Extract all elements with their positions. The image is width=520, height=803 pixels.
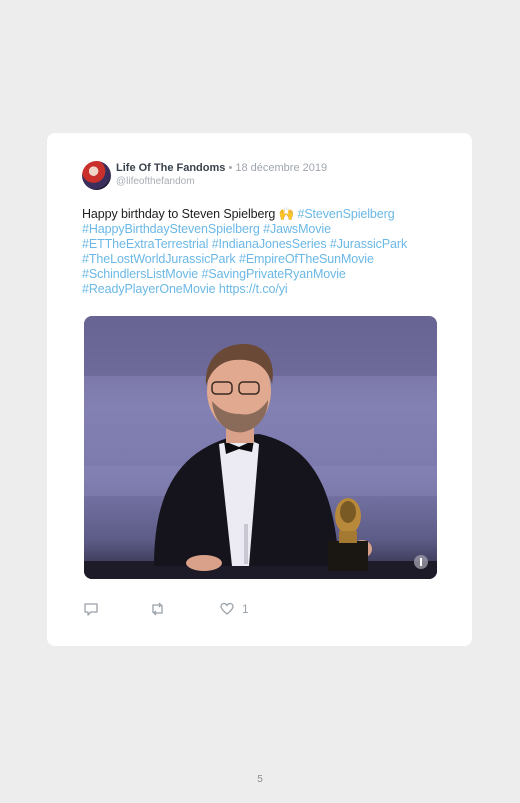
like-count: 1 <box>242 602 249 616</box>
hashtag-link[interactable]: #SavingPrivateRyanMovie <box>201 267 345 281</box>
hashtag-link[interactable]: #JawsMovie <box>263 222 331 236</box>
reply-icon <box>84 603 98 616</box>
like-button[interactable]: 1 <box>219 601 249 617</box>
tweet-card: Life Of The Fandoms • 18 décembre 2019 @… <box>47 133 472 646</box>
tweet-date[interactable]: • 18 décembre 2019 <box>225 162 327 174</box>
author-handle[interactable]: @lifeofthefandom <box>116 176 195 187</box>
hashtag-link[interactable]: #IndianaJonesSeries <box>212 237 327 251</box>
tweet-link[interactable]: https://t.co/yi <box>219 282 288 296</box>
hashtag-link[interactable]: #ReadyPlayerOneMovie <box>82 282 216 296</box>
page-number: 5 <box>257 774 263 785</box>
heart-icon <box>220 602 234 615</box>
photo-illustration <box>84 316 437 579</box>
author-name[interactable]: Life Of The Fandoms <box>116 162 225 174</box>
hashtag-link[interactable]: #SchindlersListMovie <box>82 267 198 281</box>
retweet-icon <box>152 602 163 616</box>
raised-hands-emoji: 🙌 <box>278 207 295 221</box>
tweet-text: Happy birthday to Steven Spielberg 🙌 #St… <box>82 207 452 297</box>
hashtag-link[interactable]: #EmpireOfTheSunMovie <box>239 252 374 266</box>
hashtag-link[interactable]: #JurassicPark <box>330 237 407 251</box>
hashtag-link[interactable]: #ETTheExtraTerrestrial <box>82 237 208 251</box>
hashtag-link[interactable]: #HappyBirthdayStevenSpielberg <box>82 222 260 236</box>
tweet-media-photo[interactable] <box>84 316 437 579</box>
hashtag-link[interactable]: #StevenSpielberg <box>297 207 394 221</box>
reply-button[interactable] <box>83 601 99 617</box>
retweet-button[interactable] <box>149 601 166 617</box>
hashtag-link[interactable]: #TheLostWorldJurassicPark <box>82 252 236 266</box>
tweet-author-line: Life Of The Fandoms • 18 décembre 2019 <box>116 162 327 174</box>
avatar[interactable] <box>82 161 111 190</box>
tweet-text-prefix: Happy birthday to Steven Spielberg <box>82 207 279 221</box>
